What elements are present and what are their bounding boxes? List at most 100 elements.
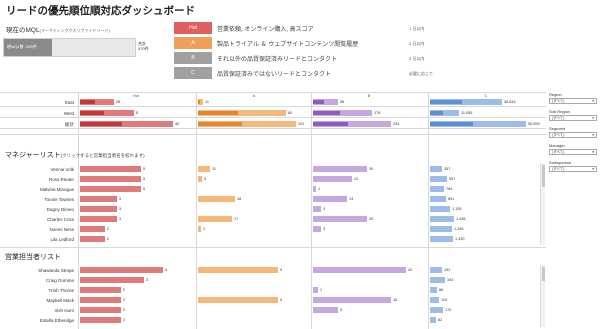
person-row-label[interactable]: Irish Isom (14, 308, 74, 313)
manager-scrollbar[interactable] (540, 163, 545, 245)
bar-b[interactable] (313, 307, 338, 313)
bar-c[interactable] (430, 206, 450, 212)
bar-hot[interactable] (80, 307, 121, 313)
bar-value: 5 (136, 111, 139, 115)
bar-hot[interactable] (80, 206, 117, 212)
bar-c[interactable] (430, 317, 436, 323)
divider (0, 247, 546, 248)
bar-a[interactable] (198, 99, 203, 105)
bar-b[interactable] (313, 196, 347, 202)
bar-b[interactable] (313, 216, 367, 222)
mql-progress-bar[interactable]: 総MQL数: 209件 (3, 38, 136, 57)
bar-a[interactable] (198, 226, 201, 232)
bar-hot[interactable] (80, 287, 121, 293)
bar-value: 20 (369, 217, 374, 221)
bar-hot[interactable] (80, 121, 173, 127)
bar-c[interactable] (430, 277, 445, 283)
filter-dropdown[interactable]: (すべて) ▾ (549, 115, 597, 121)
bar-c[interactable] (430, 267, 442, 273)
bar-hot[interactable] (80, 317, 121, 323)
bar-highlight (313, 111, 340, 115)
filter-dropdown[interactable]: (すべて) ▾ (549, 98, 597, 104)
manager-scroll-thumb[interactable] (542, 165, 545, 187)
priority-badge[interactable]: A (174, 37, 212, 49)
bar-a[interactable] (198, 196, 235, 202)
person-row-label[interactable]: Estella Etheridge (14, 318, 74, 323)
person-row-label[interactable]: Maybell Mack (14, 298, 74, 303)
filter-dropdown[interactable]: (すべて) ▾ (549, 132, 597, 138)
person-row-label[interactable]: Shawanda Strope (14, 268, 74, 273)
rep-scrollbar[interactable] (540, 265, 545, 327)
bar-highlight (313, 100, 324, 104)
filter-label: Segment (549, 126, 566, 131)
priority-description: 製品トライアル ＆ ウェブサイトコンテンツ閲覧履歴 (217, 42, 359, 48)
bar-a[interactable] (198, 216, 232, 222)
bar-a[interactable] (198, 110, 286, 116)
bar-hot[interactable] (80, 267, 163, 273)
bar-a[interactable] (198, 121, 296, 127)
bar-value: 2 (107, 227, 110, 231)
bar-hot[interactable] (80, 186, 141, 192)
bar-b[interactable] (313, 297, 391, 303)
bar-value: 12 (354, 177, 359, 181)
priority-badge[interactable]: B (174, 52, 212, 64)
person-row-label[interactable]: Charles Criss (14, 217, 74, 222)
bar-c[interactable] (430, 176, 447, 182)
bar-c[interactable] (430, 99, 502, 105)
person-row-label[interactable]: Ross Reuter (14, 177, 74, 182)
bar-c[interactable] (430, 110, 459, 116)
bar-c[interactable] (430, 236, 453, 242)
person-row-label[interactable]: Trinh Thorne (14, 288, 74, 293)
bar-b[interactable] (313, 206, 321, 212)
rep-scroll-thumb[interactable] (542, 267, 545, 281)
filter-dropdown[interactable]: (すべて) ▾ (549, 149, 597, 155)
bar-hot[interactable] (80, 236, 105, 242)
bar-c[interactable] (430, 186, 444, 192)
manager-title: マネジャーリスト (5, 152, 61, 159)
bar-value: 1 (318, 187, 321, 191)
bar-b[interactable] (313, 176, 352, 182)
bar-a[interactable] (198, 267, 278, 273)
person-row-label[interactable]: Craig Gomme (14, 278, 74, 283)
bar-c[interactable] (430, 196, 446, 202)
bar-value: 40 (175, 122, 180, 126)
chevron-down-icon: ▾ (592, 133, 594, 137)
bar-value: 1,330 (455, 237, 465, 241)
person-row-label[interactable]: Lila Ledford (14, 237, 74, 242)
bar-hot[interactable] (80, 297, 121, 303)
priority-badge[interactable]: Hot (174, 22, 212, 34)
bar-b[interactable] (313, 110, 372, 116)
bar-hot[interactable] (80, 216, 117, 222)
priority-badge[interactable]: C (174, 67, 212, 79)
bar-hot[interactable] (80, 277, 144, 283)
bar-c[interactable] (430, 307, 443, 313)
bar-b[interactable] (313, 166, 367, 172)
bar-b[interactable] (313, 267, 406, 273)
bar-hot[interactable] (80, 99, 114, 105)
bar-a[interactable] (198, 176, 202, 182)
filter-dropdown[interactable]: (すべて) ▾ (549, 166, 597, 172)
bar-c[interactable] (430, 216, 454, 222)
person-row-label[interactable]: Tonnie Townes (14, 197, 74, 202)
bar-c[interactable] (430, 226, 452, 232)
bar-c[interactable] (430, 297, 439, 303)
bar-hot[interactable] (80, 110, 134, 116)
bar-hot[interactable] (80, 196, 117, 202)
bar-hot[interactable] (80, 166, 141, 172)
bar-b[interactable] (313, 186, 316, 192)
bar-b[interactable] (313, 99, 338, 105)
bar-hot[interactable] (80, 176, 141, 182)
bar-c[interactable] (430, 287, 437, 293)
person-row-label[interactable]: Malvina Minogue (14, 187, 74, 192)
bar-b[interactable] (313, 121, 391, 127)
bar-a[interactable] (198, 297, 278, 303)
bar-c[interactable] (430, 166, 442, 172)
person-row-label[interactable]: Noemi Ness (14, 227, 74, 232)
bar-hot[interactable] (80, 226, 105, 232)
bar-c[interactable] (430, 121, 526, 127)
person-row-label[interactable]: Vennie Volk (14, 167, 74, 172)
bar-a[interactable] (198, 166, 210, 172)
bar-b[interactable] (313, 287, 318, 293)
bar-b[interactable] (313, 226, 321, 232)
person-row-label[interactable]: Dagny Dimeo (14, 207, 74, 212)
